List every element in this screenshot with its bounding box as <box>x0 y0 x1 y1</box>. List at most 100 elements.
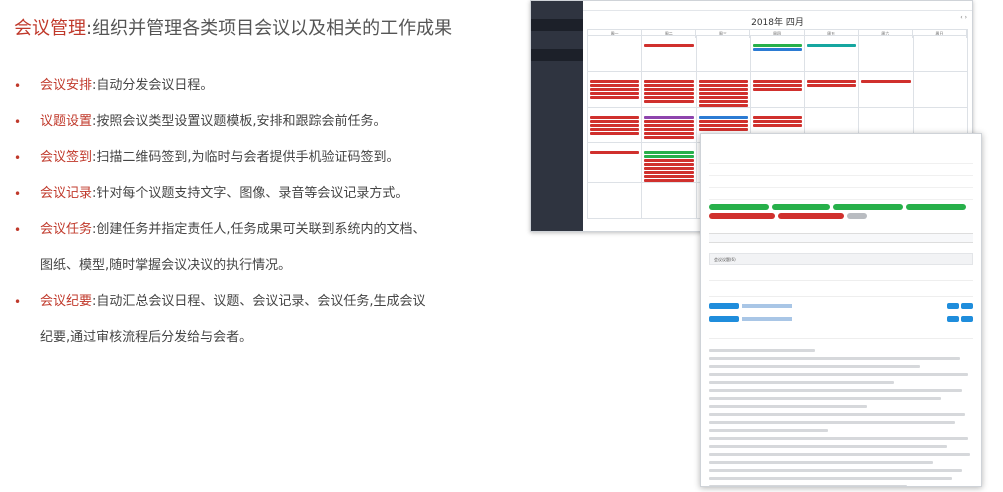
calendar-event <box>644 155 694 159</box>
calendar-event <box>698 91 748 95</box>
calendar-day-cell <box>750 71 806 108</box>
feature-text: 自动汇总会议日程、议题、会议记录、会议任务,生成会议 <box>96 294 426 309</box>
calendar-event <box>698 127 748 131</box>
record-text-line <box>709 413 966 416</box>
calendar-event <box>807 44 857 47</box>
attendee-tag <box>772 204 830 210</box>
feature-item: • 会议安排:自动分发会议日程。 <box>14 68 519 104</box>
calendar-day-cell <box>696 36 751 72</box>
detail-row <box>709 188 973 200</box>
calendar-title: 2018年 四月 <box>751 18 804 28</box>
meeting-record-text <box>709 349 973 486</box>
topic-row <box>709 285 973 297</box>
calendar-event <box>644 123 694 127</box>
bullet-icon: • <box>14 151 22 165</box>
attendee-tag <box>709 204 769 210</box>
record-text-line <box>709 445 947 448</box>
heading-description: 组织并管理各类项目会议以及相关的工作成果 <box>92 18 453 39</box>
calendar-day-cell <box>588 143 643 184</box>
calendar-event <box>698 103 748 107</box>
calendar-event <box>644 179 694 183</box>
feature-name: 会议任务 <box>40 222 93 237</box>
feature-name: 议题设置 <box>40 114 93 129</box>
calendar-nav-icons: ‹ › <box>960 14 967 21</box>
calendar-day-cell <box>913 36 968 72</box>
calendar-day-cell <box>750 36 806 72</box>
calendar-day-cell <box>588 183 643 219</box>
calendar-event <box>644 171 694 175</box>
attendee-tag <box>833 204 903 210</box>
detail-row <box>709 164 973 176</box>
calendar-event <box>644 95 694 99</box>
sidebar-item <box>531 79 583 91</box>
feature-item: • 会议签到:扫描二维码签到,为临时与会者提供手机验证码签到。 <box>14 140 519 176</box>
calendar-event <box>698 99 748 103</box>
sidebar-item <box>531 154 583 166</box>
calendar-event <box>590 91 640 95</box>
feature-item: • 会议任务:创建任务并指定责任人,任务成果可关联到系统内的文档、 图纸、模型,… <box>14 212 519 284</box>
calendar-event <box>644 167 694 171</box>
sidebar-item <box>531 169 583 181</box>
feature-text: 扫描二维码签到,为临时与会者提供手机验证码签到。 <box>96 150 400 165</box>
calendar-event <box>752 123 803 127</box>
calendar-day-cell <box>642 71 697 108</box>
calendar-event <box>590 151 640 155</box>
feature-text: 按照会议类型设置议题模板,安排和跟踪会前任务。 <box>96 114 387 129</box>
bullet-icon: • <box>14 115 22 129</box>
task-button <box>961 303 973 309</box>
calendar-day-cell <box>805 36 860 72</box>
sidebar-item <box>531 184 583 196</box>
task-date-chip <box>709 303 739 309</box>
calendar-event <box>752 83 803 87</box>
calendar-day-cell <box>642 36 697 72</box>
calendar-day-cell <box>913 71 968 108</box>
calendar-event <box>698 95 748 99</box>
heading-keyword: 会议管理 <box>14 18 86 39</box>
calendar-day-cell <box>805 71 860 108</box>
calendar-event <box>644 151 694 155</box>
calendar-day-cell <box>642 183 697 219</box>
calendar-event <box>590 87 640 91</box>
feature-text: 自动分发会议日程。 <box>96 78 214 93</box>
topic-row <box>709 327 973 339</box>
calendar-event <box>752 119 803 123</box>
calendar-event <box>644 87 694 91</box>
calendar-event <box>590 83 640 87</box>
calendar-event <box>644 135 694 139</box>
calendar-event <box>644 44 694 47</box>
detail-table-header <box>709 233 973 243</box>
calendar-event <box>644 79 694 83</box>
sidebar-item <box>531 4 583 16</box>
calendar-event <box>644 119 694 123</box>
sidebar-item-active <box>531 19 583 31</box>
calendar-event <box>698 83 748 87</box>
topics-section-header: 会议议题(6) <box>709 253 973 265</box>
calendar-event <box>590 131 640 135</box>
calendar-event <box>644 127 694 131</box>
calendar-event <box>698 123 748 127</box>
attendee-tag <box>709 213 775 219</box>
calendar-event <box>752 48 803 51</box>
detail-fields <box>701 134 981 200</box>
calendar-day-cell <box>642 143 697 184</box>
calendar-day-cell <box>859 36 914 72</box>
sidebar-item <box>531 94 583 106</box>
calendar-event <box>698 115 748 119</box>
record-text-line <box>709 397 942 400</box>
calendar-event <box>590 123 640 127</box>
bullet-icon: • <box>14 79 22 93</box>
calendar-event <box>644 175 694 179</box>
calendar-event <box>644 115 694 119</box>
sidebar-item <box>531 109 583 121</box>
calendar-event <box>590 119 640 123</box>
calendar-event <box>698 87 748 91</box>
calendar-event <box>698 119 748 123</box>
task-link <box>742 317 792 321</box>
bullet-icon: • <box>14 187 22 201</box>
feature-name: 会议签到 <box>40 150 93 165</box>
detail-row <box>709 152 973 164</box>
calendar-event <box>698 79 748 83</box>
calendar-day-cell <box>859 71 914 108</box>
bullet-icon: • <box>14 295 22 309</box>
record-text-line <box>709 421 955 424</box>
